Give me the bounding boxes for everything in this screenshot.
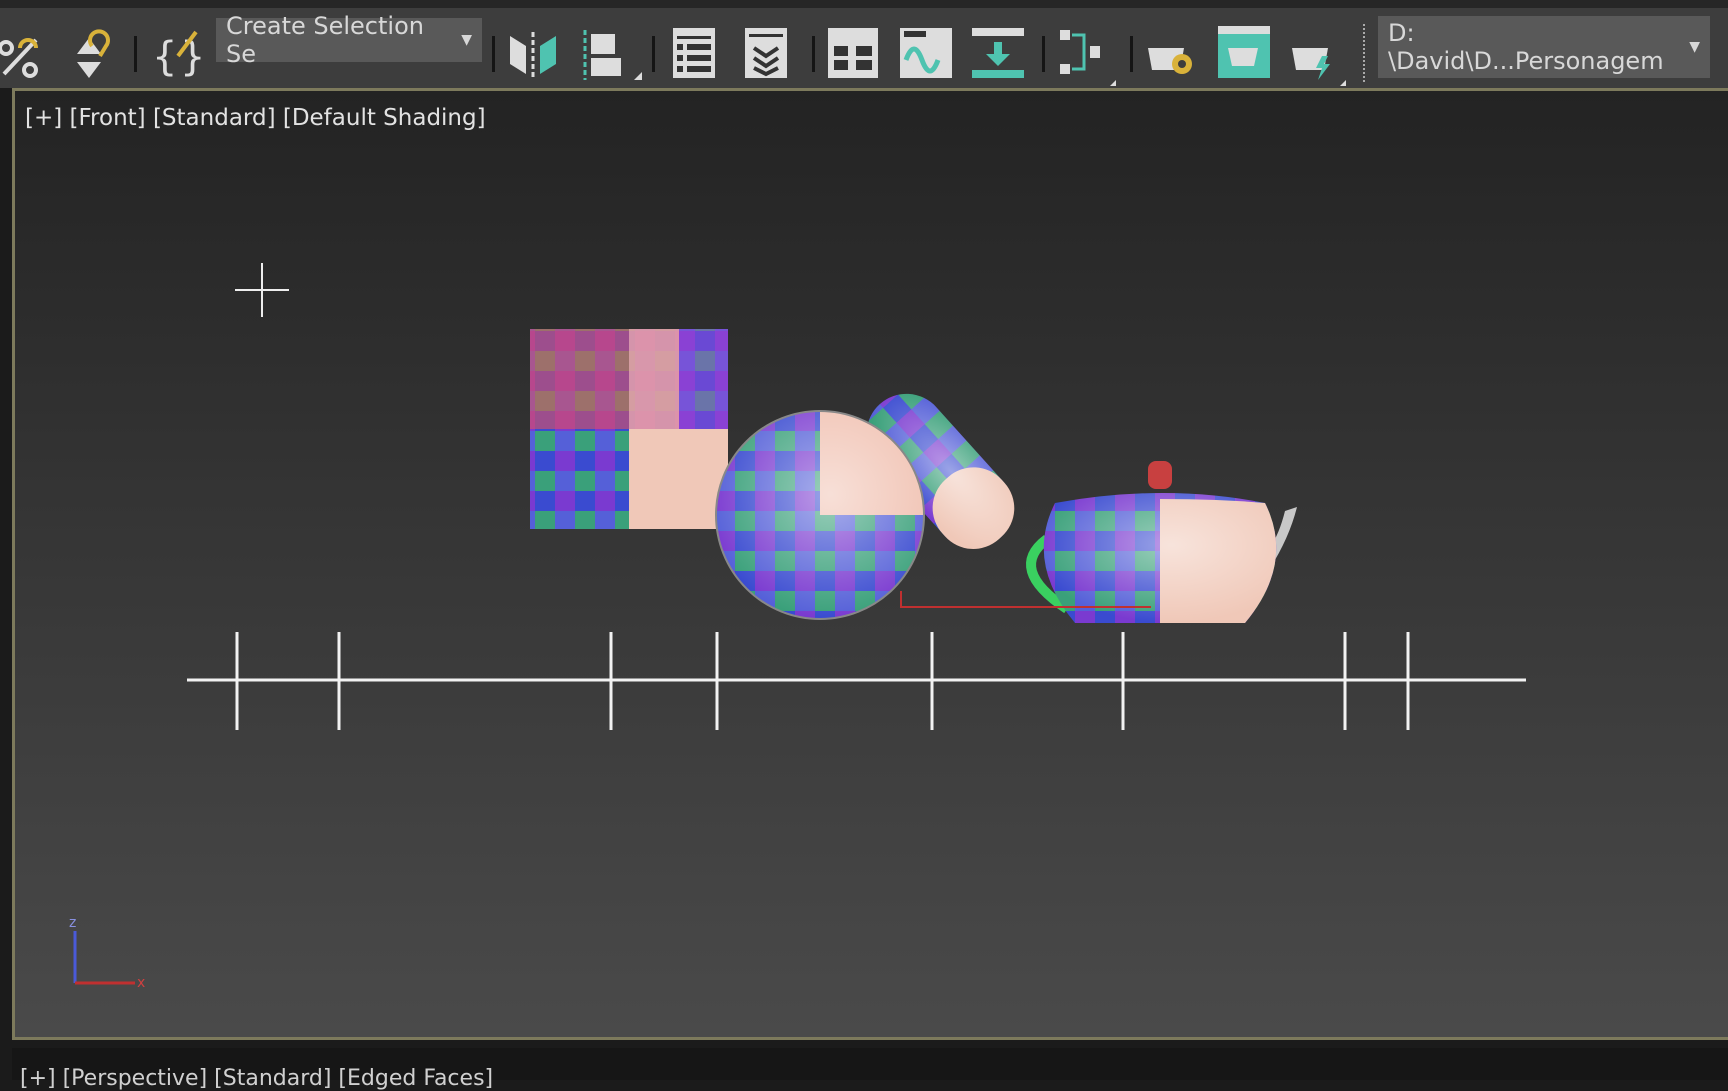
percent-snap-icon[interactable] bbox=[0, 38, 38, 78]
align-icon[interactable] bbox=[583, 30, 642, 80]
scene-explorer-icon[interactable] bbox=[673, 28, 715, 78]
ribbon-icon[interactable] bbox=[828, 28, 878, 78]
teapot-object[interactable] bbox=[1026, 461, 1297, 623]
project-path-dropdown[interactable]: D: \David\D...Personagem ▼ bbox=[1378, 16, 1710, 78]
edit-named-selection-icon[interactable]: {} bbox=[152, 30, 205, 80]
toolbar-separator bbox=[1130, 36, 1133, 72]
toolbar-separator bbox=[652, 36, 655, 72]
curve-editor-icon[interactable] bbox=[900, 28, 952, 78]
spinner-snap-icon[interactable] bbox=[77, 29, 110, 78]
toolbar-separator bbox=[492, 36, 495, 72]
rendered-frame-window-icon[interactable] bbox=[1218, 26, 1270, 78]
crosshair-cursor bbox=[235, 263, 289, 317]
mirror-icon[interactable] bbox=[510, 32, 556, 80]
axis-gizmo: z x bbox=[69, 915, 145, 991]
render-setup-icon[interactable] bbox=[1148, 48, 1192, 74]
layer-explorer-icon[interactable] bbox=[745, 28, 787, 78]
selection-set-value: Create Selection Se bbox=[226, 12, 424, 68]
viewport-scene: z x bbox=[69, 263, 1526, 991]
axis-x-label: x bbox=[137, 975, 145, 991]
project-path-value: D: \David\D...Personagem bbox=[1388, 19, 1664, 75]
plane-object[interactable] bbox=[530, 329, 728, 529]
axis-z-label: z bbox=[69, 915, 76, 931]
toolbar-separator bbox=[1042, 36, 1045, 72]
toolbar-separator bbox=[134, 36, 137, 72]
main-toolbar: {} Create Selection Se ▼ D: \David\D...P… bbox=[0, 0, 1728, 88]
sphere-object[interactable] bbox=[715, 410, 925, 620]
front-viewport[interactable]: [+] [Front] [Standard] [Default Shading] bbox=[12, 88, 1728, 1040]
selection-set-dropdown[interactable]: Create Selection Se ▼ bbox=[216, 12, 482, 68]
dope-sheet-icon[interactable] bbox=[972, 28, 1024, 78]
schematic-view-icon[interactable] bbox=[1060, 30, 1116, 86]
ground-spline[interactable] bbox=[187, 632, 1526, 730]
chevron-down-icon: ▼ bbox=[461, 32, 472, 48]
render-production-icon[interactable] bbox=[1292, 48, 1346, 86]
chevron-down-icon: ▼ bbox=[1689, 39, 1700, 55]
toolbar-separator bbox=[812, 36, 815, 72]
svg-text:}: } bbox=[180, 34, 205, 80]
svg-text:{: { bbox=[152, 34, 177, 80]
bottom-viewport-label[interactable]: [+] [Perspective] [Standard] [Edged Face… bbox=[20, 1066, 493, 1091]
